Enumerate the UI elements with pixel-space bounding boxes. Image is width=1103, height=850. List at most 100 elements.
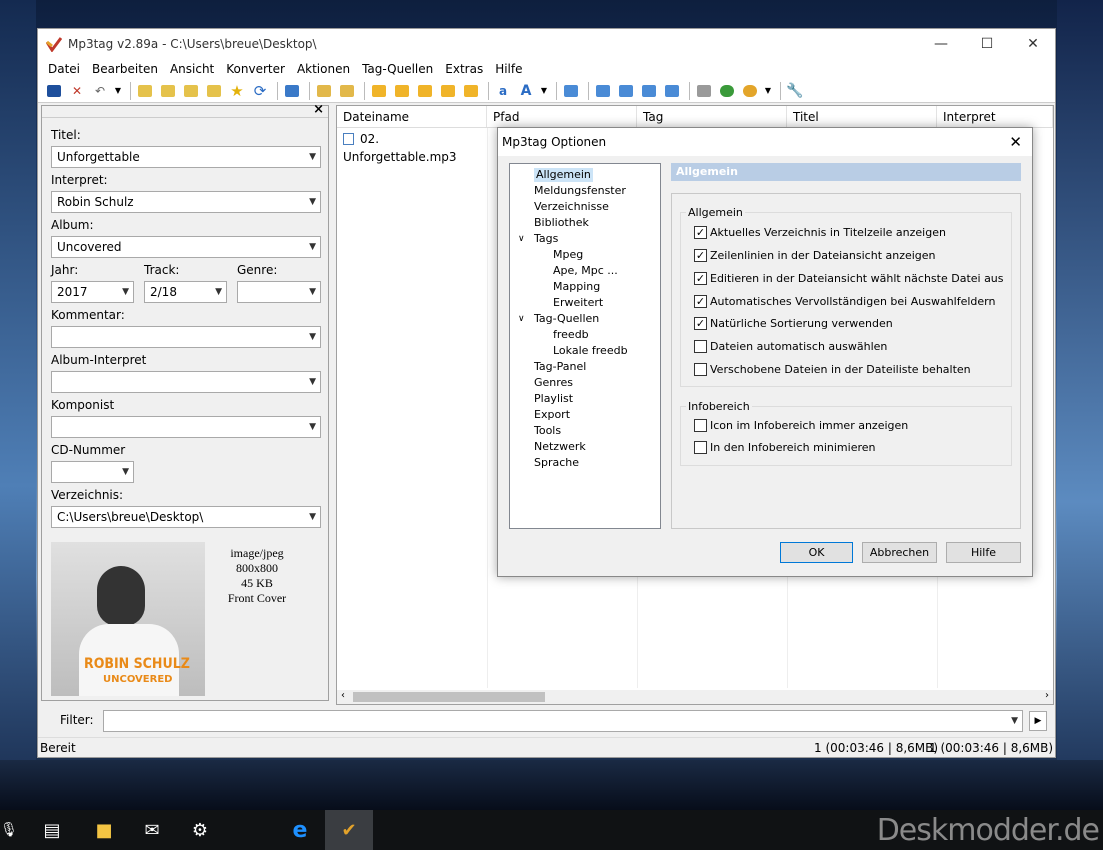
tree-item-mpeg[interactable]: Mpeg [553, 248, 583, 262]
album-cover-image[interactable]: ROBIN SCHULZ UNCOVERED [51, 542, 205, 696]
save-icon[interactable] [44, 82, 64, 100]
tree-item-genres[interactable]: Genres [534, 376, 573, 390]
refresh-icon[interactable]: ⟳ [250, 82, 270, 100]
jahr-combobox[interactable]: 2017 ▼ [51, 281, 134, 303]
album-combobox[interactable]: Uncovered ▼ [51, 236, 321, 258]
tree-item-playlist[interactable]: Playlist [534, 392, 573, 406]
filename-to-tag-icon[interactable] [392, 82, 412, 100]
help-button[interactable]: Hilfe [946, 542, 1021, 563]
verzeichnis-combobox[interactable]: C:\Users\breue\Desktop\ ▼ [51, 506, 321, 528]
chevron-down-icon[interactable]: ▼ [309, 417, 316, 437]
numbering-icon[interactable] [662, 82, 682, 100]
column-pfad[interactable]: Pfad [487, 106, 637, 127]
tree-item-ape-mpc[interactable]: Ape, Mpc ... [553, 264, 618, 278]
cut-folder-icon[interactable] [314, 82, 334, 100]
tag-panel-close-icon[interactable]: × [313, 102, 324, 117]
kommentar-combobox[interactable]: ▼ [51, 326, 321, 348]
options-wrench-icon[interactable]: 🔧 [785, 82, 805, 100]
menu-aktionen[interactable]: Aktionen [297, 62, 350, 76]
remove-tag-icon[interactable]: ✕ [67, 82, 87, 100]
chevron-down-icon[interactable]: ▼ [215, 282, 222, 302]
tree-expand-tags-icon[interactable]: ∨ [518, 232, 525, 246]
close-button[interactable]: ✕ [1010, 29, 1056, 59]
web-sources-icon[interactable] [717, 82, 737, 100]
file-explorer-icon[interactable]: ■ [80, 810, 128, 850]
chevron-down-icon[interactable]: ▼ [309, 282, 316, 302]
settings-gear-icon[interactable]: ⚙ [176, 810, 224, 850]
mp3tag-taskbar-icon[interactable]: ✔ [325, 810, 373, 850]
cancel-button[interactable]: Abbrechen [862, 542, 937, 563]
album-interpret-combobox[interactable]: ▼ [51, 371, 321, 393]
option-editieren[interactable]: ✓ Editieren in der Dateiansicht wählt näc… [694, 272, 1004, 285]
menu-konverter[interactable]: Konverter [226, 62, 285, 76]
open-playlist-icon[interactable] [204, 82, 224, 100]
actions-icon[interactable]: A [516, 82, 536, 100]
option-icon-infobereich[interactable]: Icon im Infobereich immer anzeigen [694, 419, 908, 432]
copy-folder-icon[interactable] [337, 82, 357, 100]
option-minimieren-infobereich[interactable]: In den Infobereich minimieren [694, 441, 875, 454]
scroll-left-icon[interactable]: ‹ [341, 690, 345, 701]
column-dateiname[interactable]: Dateiname [337, 106, 487, 127]
checkbox-icon[interactable] [694, 340, 707, 353]
chevron-down-icon[interactable]: ▼ [122, 462, 129, 482]
checkbox-icon[interactable] [694, 363, 707, 376]
tree-item-mapping[interactable]: Mapping [553, 280, 600, 294]
filter-list-icon[interactable] [639, 82, 659, 100]
edge-icon[interactable]: e [276, 810, 324, 850]
menu-tag-quellen[interactable]: Tag-Quellen [362, 62, 433, 76]
tree-item-allgemein[interactable]: Allgemein [534, 168, 593, 182]
task-view-icon[interactable]: ▤ [28, 810, 76, 850]
checkbox-icon[interactable]: ✓ [694, 317, 707, 330]
actions-dropdown-icon[interactable]: ▼ [539, 82, 549, 100]
tree-item-verzeichnisse[interactable]: Verzeichnisse [534, 200, 609, 214]
option-natuerliche-sortierung[interactable]: ✓ Natürliche Sortierung verwenden [694, 317, 893, 330]
maximize-button[interactable]: ☐ [964, 29, 1010, 59]
freedb-icon[interactable] [694, 82, 714, 100]
dialog-close-icon[interactable]: ✕ [1009, 128, 1022, 156]
import-icon[interactable] [616, 82, 636, 100]
autonumber-icon[interactable] [461, 82, 481, 100]
undo-icon[interactable]: ↶ [90, 82, 110, 100]
tree-item-netzwerk[interactable]: Netzwerk [534, 440, 586, 454]
scrollbar-thumb[interactable] [353, 692, 545, 702]
chevron-down-icon[interactable]: ▼ [309, 237, 316, 257]
microphone-icon[interactable]: 🎙 [0, 810, 18, 850]
tree-item-export[interactable]: Export [534, 408, 570, 422]
menu-ansicht[interactable]: Ansicht [170, 62, 214, 76]
minimize-button[interactable]: — [918, 29, 964, 59]
chevron-down-icon[interactable]: ▼ [122, 282, 129, 302]
column-interpret[interactable]: Interpret [937, 106, 1053, 127]
case-conversion-icon[interactable]: a [493, 82, 513, 100]
option-dateien-auswaehlen[interactable]: Dateien automatisch auswählen [694, 340, 887, 353]
menu-hilfe[interactable]: Hilfe [495, 62, 522, 76]
add-directory-icon[interactable] [158, 82, 178, 100]
chevron-down-icon[interactable]: ▼ [309, 327, 316, 347]
menu-datei[interactable]: Datei [48, 62, 80, 76]
file-row[interactable]: 02. Unforgettable.mp3 [337, 130, 487, 164]
chevron-down-icon[interactable]: ▼ [1011, 711, 1018, 731]
cd-nummer-combobox[interactable]: ▼ [51, 461, 134, 483]
checkbox-icon[interactable]: ✓ [694, 295, 707, 308]
titel-combobox[interactable]: Unforgettable ▼ [51, 146, 321, 168]
tree-item-tag-panel[interactable]: Tag-Panel [534, 360, 586, 374]
track-combobox[interactable]: 2/18 ▼ [144, 281, 227, 303]
checkbox-icon[interactable]: ✓ [694, 272, 707, 285]
checkbox-icon[interactable]: ✓ [694, 226, 707, 239]
genre-combobox[interactable]: ▼ [237, 281, 321, 303]
tree-item-meldungsfenster[interactable]: Meldungsfenster [534, 184, 626, 198]
filter-apply-icon[interactable]: ▶ [1029, 711, 1047, 731]
filter-input[interactable]: ▼ [103, 710, 1023, 732]
tree-expand-tag-quellen-icon[interactable]: ∨ [518, 312, 525, 326]
tree-item-tools[interactable]: Tools [534, 424, 561, 438]
export-icon[interactable] [593, 82, 613, 100]
mail-icon[interactable]: ✉ [128, 810, 176, 850]
chevron-down-icon[interactable]: ▼ [309, 507, 316, 527]
web-sources-globe-icon[interactable] [740, 82, 760, 100]
undo-dropdown-icon[interactable]: ▼ [113, 82, 123, 100]
option-autovervollstaendigen[interactable]: ✓ Automatisches Vervollständigen bei Ausw… [694, 295, 995, 308]
column-tag[interactable]: Tag [637, 106, 787, 127]
extended-tags-icon[interactable] [561, 82, 581, 100]
change-directory-icon[interactable] [135, 82, 155, 100]
horizontal-scrollbar[interactable]: ‹ › [337, 690, 1053, 704]
option-aktuelles-verzeichnis[interactable]: ✓ Aktuelles Verzeichnis in Titelzeile anz… [694, 226, 946, 239]
